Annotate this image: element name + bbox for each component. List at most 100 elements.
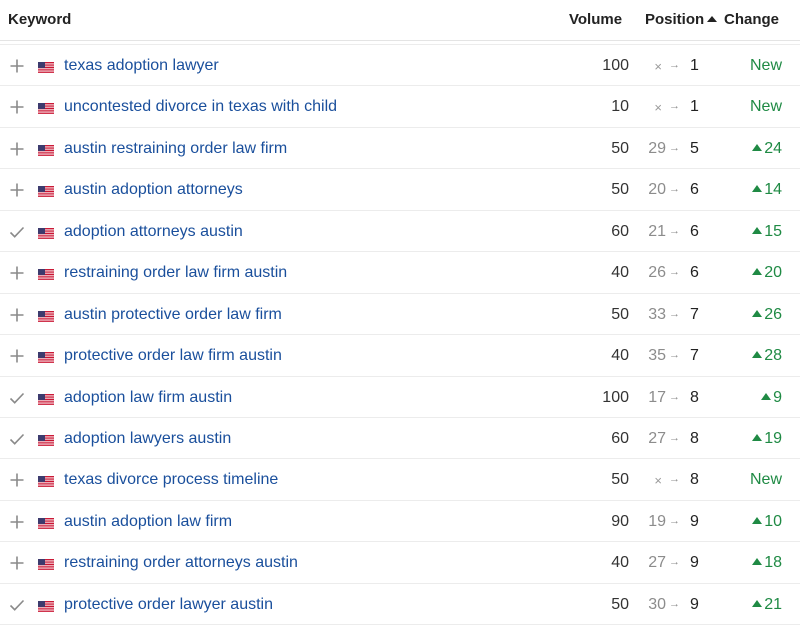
arrow-right-icon: → xyxy=(669,597,680,610)
plus-icon[interactable] xyxy=(9,555,25,571)
triangle-up-icon xyxy=(752,433,763,441)
sort-ascending-icon[interactable] xyxy=(707,16,717,22)
us-flag-icon xyxy=(38,557,54,571)
current-position: 9 xyxy=(690,554,699,572)
keyword-link[interactable]: austin protective order law firm xyxy=(64,306,282,324)
current-position: 6 xyxy=(690,264,699,282)
position-change-value: 20 xyxy=(764,264,782,282)
us-flag-icon xyxy=(38,516,54,529)
table-row: restraining order law firm austin 40 26 → 6 2… xyxy=(0,252,800,294)
us-flag-icon xyxy=(38,267,54,281)
position-change-value: 21 xyxy=(764,595,782,613)
table-row: austin restraining order law firm 50 29 → 5 2… xyxy=(0,128,800,170)
previous-position: 21 xyxy=(648,222,666,240)
position-change: New xyxy=(750,98,782,116)
keyword-link[interactable]: restraining order attorneys austin xyxy=(64,554,298,572)
arrow-right-icon: → xyxy=(669,266,680,279)
keyword-link[interactable]: adoption lawyers austin xyxy=(64,430,231,448)
volume-value: 50 xyxy=(611,471,629,489)
check-icon[interactable] xyxy=(9,597,25,613)
table-row: restraining order attorneys austin 40 27 → 9… xyxy=(0,542,800,584)
table-row: austin adoption attorneys 50 20 → 6 14 xyxy=(0,169,800,211)
arrow-right-icon: → xyxy=(669,514,680,527)
check-icon[interactable] xyxy=(9,224,25,240)
plus-icon[interactable] xyxy=(9,58,25,74)
table-row: adoption lawyers austin 60 27 → 8 19 xyxy=(0,418,800,460)
position-change: New xyxy=(750,57,782,75)
volume-value: 10 xyxy=(611,98,629,116)
position-change: 26 xyxy=(752,306,782,324)
table-row: protective order law firm austin 40 35 → 7 28 xyxy=(0,335,800,377)
keyword-link[interactable]: protective order lawyer austin xyxy=(64,596,273,614)
table-header: Keyword Volume Position Change xyxy=(0,0,800,41)
position-change: 20 xyxy=(752,264,782,282)
us-flag-icon xyxy=(38,226,54,239)
plus-icon[interactable] xyxy=(9,307,25,323)
arrow-right-icon: → xyxy=(669,390,680,403)
position-change: 14 xyxy=(752,181,782,199)
check-icon[interactable] xyxy=(9,390,25,406)
current-position: 7 xyxy=(690,347,699,365)
current-position: 9 xyxy=(690,512,699,530)
position-change-value: 24 xyxy=(764,139,782,157)
keyword-link[interactable]: protective order law firm austin xyxy=(64,347,282,365)
column-header-keyword[interactable]: Keyword xyxy=(8,11,71,28)
table-row: texas divorce process timeline 50 × → 8 New xyxy=(0,459,800,501)
arrow-right-icon: → xyxy=(669,100,680,113)
position-change: 15 xyxy=(752,223,782,241)
position-change-value: 10 xyxy=(764,512,782,530)
current-position: 8 xyxy=(690,388,699,406)
position-change-value: New xyxy=(749,471,782,489)
keyword-link[interactable]: adoption attorneys austin xyxy=(64,223,243,241)
position-change: 28 xyxy=(752,347,782,365)
current-position: 8 xyxy=(690,471,699,489)
plus-icon[interactable] xyxy=(9,472,25,488)
keyword-link[interactable]: austin adoption attorneys xyxy=(64,181,243,199)
previous-position: 33 xyxy=(648,305,666,323)
position-change-value: 26 xyxy=(764,305,782,323)
previous-position: 20 xyxy=(648,181,666,199)
plus-icon[interactable] xyxy=(9,265,25,281)
plus-icon[interactable] xyxy=(9,514,25,530)
keyword-link[interactable]: adoption law firm austin xyxy=(64,389,232,407)
keyword-link[interactable]: restraining order law firm austin xyxy=(64,264,287,282)
check-icon[interactable] xyxy=(9,431,25,447)
position-change: New xyxy=(750,471,782,489)
triangle-up-icon xyxy=(752,558,763,566)
triangle-up-icon xyxy=(752,351,763,359)
position-change-value: 9 xyxy=(773,388,782,406)
table-row: austin adoption law firm 90 19 → 9 10 xyxy=(0,501,800,543)
table-row: adoption law firm austin 100 17 → 8 9 xyxy=(0,377,800,418)
keyword-link[interactable]: texas adoption lawyer xyxy=(64,57,219,75)
keyword-link[interactable]: austin restraining order law firm xyxy=(64,140,287,158)
previous-position: × xyxy=(654,100,662,116)
plus-icon[interactable] xyxy=(9,141,25,157)
us-flag-icon xyxy=(38,474,54,488)
triangle-up-icon xyxy=(752,599,763,607)
keyword-link[interactable]: texas divorce process timeline xyxy=(64,471,278,489)
arrow-right-icon: → xyxy=(669,59,680,71)
triangle-up-icon xyxy=(752,516,763,524)
arrow-right-icon: → xyxy=(669,183,680,196)
volume-value: 60 xyxy=(611,222,629,240)
table-row: texas adoption lawyer 100 × → 1 New xyxy=(0,45,800,87)
keyword-link[interactable]: uncontested divorce in texas with child xyxy=(64,98,337,116)
plus-icon[interactable] xyxy=(9,99,25,115)
plus-icon[interactable] xyxy=(9,348,25,364)
us-flag-icon xyxy=(38,143,54,156)
volume-value: 50 xyxy=(611,595,629,613)
column-header-change[interactable]: Change xyxy=(724,11,779,28)
previous-position: 30 xyxy=(648,595,666,613)
volume-value: 50 xyxy=(611,305,629,323)
plus-icon[interactable] xyxy=(9,182,25,198)
current-position: 8 xyxy=(690,429,699,447)
keyword-link[interactable]: austin adoption law firm xyxy=(64,513,232,531)
arrow-right-icon: → xyxy=(669,431,680,444)
volume-value: 100 xyxy=(602,57,629,74)
column-header-position[interactable]: Position xyxy=(645,11,704,28)
position-change-value: 15 xyxy=(764,222,782,240)
triangle-up-icon xyxy=(752,226,763,234)
arrow-right-icon: → xyxy=(669,349,680,362)
keywords-table: Keyword Volume Position Change texas ado… xyxy=(0,0,800,626)
column-header-volume[interactable]: Volume xyxy=(569,11,622,28)
